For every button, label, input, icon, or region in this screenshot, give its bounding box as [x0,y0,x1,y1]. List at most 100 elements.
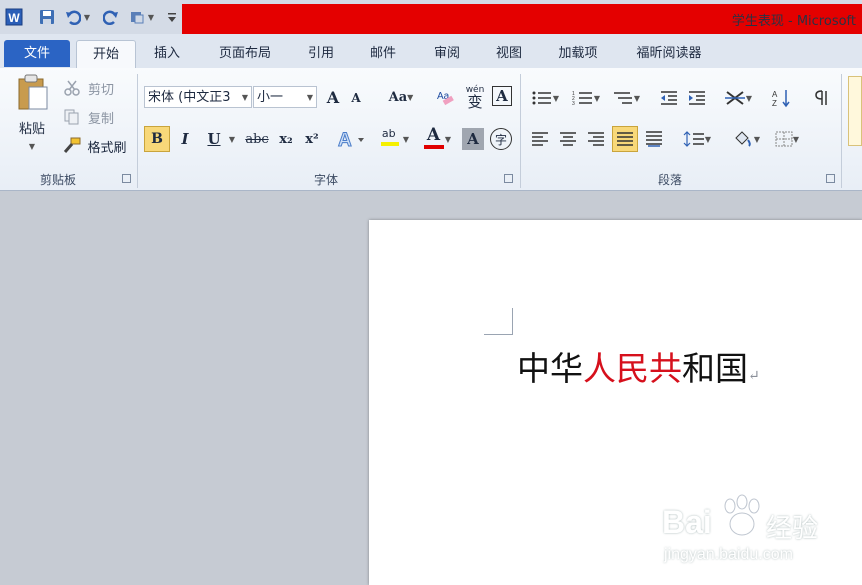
format-painter-button[interactable]: 格式刷 [84,136,130,156]
shrink-font-button[interactable]: A [346,88,366,108]
grow-font-button[interactable]: A [322,85,344,109]
redo-icon[interactable] [102,8,120,26]
subscript-button[interactable]: x₂ [274,128,298,150]
change-case-button[interactable]: Aa ▼ [384,85,418,109]
chinese-layout-icon [724,91,745,105]
paste-dropdown-icon[interactable]: ▼ [24,140,40,152]
multilevel-list-button[interactable]: ▼ [608,86,644,110]
svg-text:A: A [772,90,778,99]
highlight-color-bar [380,142,399,146]
bullets-icon [532,91,551,105]
format-painter-icon [62,136,82,156]
bold-button[interactable]: B [144,126,170,152]
margin-corner-mark [484,308,513,335]
tab-mailings[interactable]: 邮件 [358,40,408,67]
chinese-layout-button[interactable]: ▼ [720,86,756,110]
align-left-icon[interactable] [528,128,552,150]
undo-icon[interactable] [64,8,82,26]
clear-formatting-icon[interactable]: Aa [432,85,458,109]
paragraph-group-label: 段落 [657,173,682,187]
tab-foxit-reader[interactable]: 福昕阅读器 [624,40,714,67]
align-center-icon[interactable] [556,128,580,150]
tab-references[interactable]: 引用 [296,40,346,67]
multilevel-list-icon [613,92,632,104]
dropdown-icon[interactable]: ▼ [146,8,156,26]
phonetic-guide-char: 变 [467,93,483,111]
ribbon-tabs: 文件 开始 插入 页面布局 引用 邮件 审阅 视图 加载项 福昕阅读器 [0,34,862,69]
line-spacing-button[interactable]: ▼ [680,128,714,150]
ribbon: 粘贴 ▼ 剪切 复制 格式刷 剪贴板 宋体 (中文正3 ▼ 小一 ▼ A A A… [0,68,862,191]
highlight-letters: ab [381,127,396,140]
text-run-black: 和国 [682,349,748,388]
show-marks-icon[interactable] [810,86,834,110]
strikethrough-button[interactable]: abc [242,128,272,150]
title-bar: W ▼ ▼ 学生表现 - Microsoft [0,0,862,34]
enclose-characters-button[interactable]: 字 [490,128,512,150]
borders-icon [775,131,793,147]
underline-dropdown-icon[interactable]: ▼ [226,132,238,146]
dropdown-icon[interactable]: ▼ [82,8,92,26]
text-effects-icon[interactable]: A [336,126,366,152]
superscript-button[interactable]: x² [300,128,324,150]
tab-addins[interactable]: 加载项 [546,40,610,67]
numbering-icon: 123 [572,91,592,106]
cut-button[interactable]: 剪切 [84,78,118,98]
save-icon[interactable] [38,8,56,26]
paw-icon [724,494,760,536]
word-icon[interactable]: W [5,8,23,26]
italic-button[interactable]: I [174,128,196,150]
decrease-indent-icon[interactable] [656,86,682,110]
customize-icon[interactable] [128,8,146,26]
qat-menu-icon[interactable] [166,8,178,26]
font-group-label: 字体 [313,173,338,187]
sort-icon[interactable]: AZ [768,86,794,110]
text-run-black: 中华 [517,349,583,388]
paste-button[interactable]: 粘贴 [10,118,54,137]
tab-view[interactable]: 视图 [484,40,534,67]
group-divider [137,74,138,188]
watermark-brand-cn: 经验 [766,514,819,544]
group-divider [520,74,521,188]
underline-button[interactable]: U [203,128,225,150]
font-color-button[interactable]: A ▼ [418,125,456,152]
tab-review[interactable]: 审阅 [422,40,472,67]
tab-page-layout[interactable]: 页面布局 [208,40,282,67]
change-case-label: Aa [388,89,408,105]
distributed-icon[interactable] [642,128,666,150]
scissors-icon [62,78,82,98]
shading-button[interactable]: ▼ [728,128,764,150]
character-border-button[interactable]: A [492,86,512,106]
styles-gallery[interactable] [848,76,862,146]
svg-text:W: W [8,11,20,25]
text-run-red: 人民共 [583,349,682,388]
clipboard-group-label: 剪贴板 [39,173,76,187]
font-family-select[interactable]: 宋体 (中文正3 [144,86,252,108]
align-right-icon[interactable] [584,128,608,150]
copy-button[interactable]: 复制 [84,107,118,127]
phonetic-guide-button[interactable]: wén 变 [462,82,488,110]
character-shading-button[interactable]: A [462,128,484,150]
font-family-dropdown-icon[interactable]: ▼ [240,90,250,104]
paragraph-launcher-icon[interactable] [826,174,835,183]
tab-insert[interactable]: 插入 [142,40,192,67]
tab-home[interactable]: 开始 [76,40,136,68]
baidu-watermark: Bai 经验 jingyan.baidu.com [660,490,860,580]
font-launcher-icon[interactable] [504,174,513,183]
justify-icon[interactable] [612,126,638,152]
font-color-bar [423,145,444,149]
numbering-button[interactable]: 123 ▼ [568,86,604,110]
borders-button[interactable]: ▼ [770,128,804,150]
paragraph-mark: ↵ [748,368,760,384]
svg-text:A: A [338,130,352,150]
increase-indent-icon[interactable] [684,86,710,110]
tab-file[interactable]: 文件 [4,40,70,67]
highlight-button[interactable]: ab ▼ [376,126,412,152]
document-text[interactable]: 中华人民共和国↵ [517,342,760,390]
paste-icon[interactable] [8,72,56,112]
window-title: 学生表现 - Microsoft [731,14,856,29]
bullets-button[interactable]: ▼ [528,86,562,110]
svg-text:Z: Z [772,99,777,108]
shading-icon [735,131,751,147]
clipboard-launcher-icon[interactable] [122,174,131,183]
font-size-dropdown-icon[interactable]: ▼ [305,90,315,104]
